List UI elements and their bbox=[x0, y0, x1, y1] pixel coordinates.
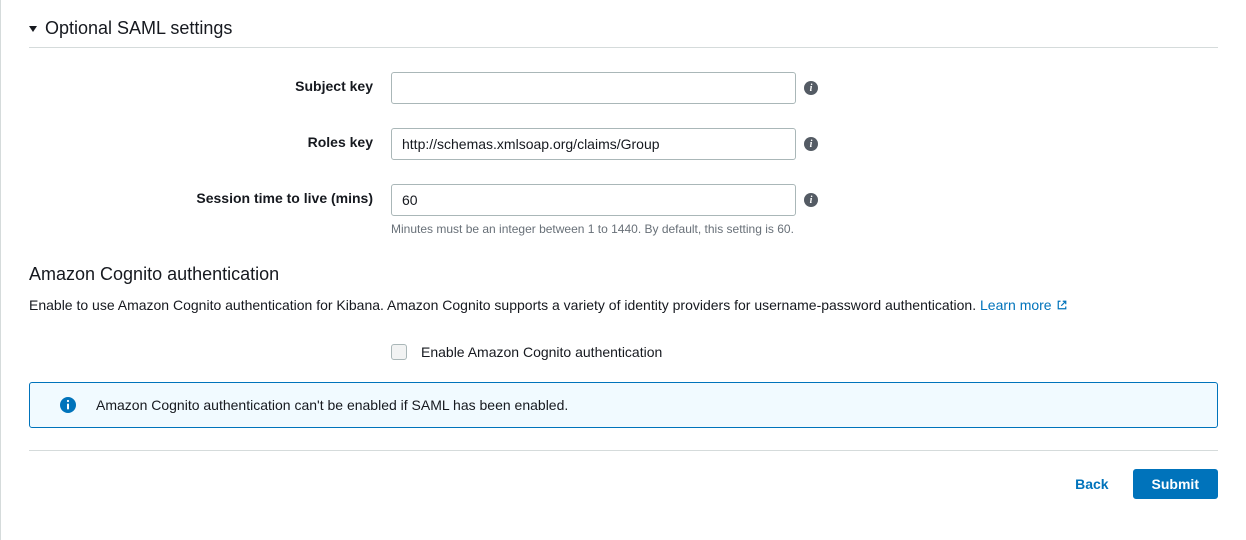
caret-down-icon bbox=[29, 26, 37, 32]
cognito-info-message: Amazon Cognito authentication can't be e… bbox=[96, 397, 568, 413]
session-ttl-label: Session time to live (mins) bbox=[29, 184, 391, 206]
subject-key-label: Subject key bbox=[29, 72, 391, 94]
roles-key-input[interactable] bbox=[391, 128, 796, 160]
submit-button[interactable]: Submit bbox=[1133, 469, 1218, 499]
info-icon[interactable]: i bbox=[804, 81, 818, 95]
roles-key-label: Roles key bbox=[29, 128, 391, 150]
divider bbox=[29, 450, 1218, 451]
optional-saml-settings-header[interactable]: Optional SAML settings bbox=[29, 14, 1218, 48]
back-button[interactable]: Back bbox=[1065, 470, 1118, 498]
optional-saml-settings-title: Optional SAML settings bbox=[45, 18, 232, 39]
cognito-info-box: Amazon Cognito authentication can't be e… bbox=[29, 382, 1218, 428]
subject-key-input[interactable] bbox=[391, 72, 796, 104]
cognito-section-description: Enable to use Amazon Cognito authenticat… bbox=[29, 297, 1218, 314]
external-link-icon bbox=[1056, 298, 1068, 314]
info-icon[interactable]: i bbox=[804, 193, 818, 207]
info-box-icon bbox=[60, 397, 76, 413]
info-icon[interactable]: i bbox=[804, 137, 818, 151]
enable-cognito-checkbox[interactable] bbox=[391, 344, 407, 360]
session-ttl-input[interactable] bbox=[391, 184, 796, 216]
session-ttl-row: Session time to live (mins) i Minutes mu… bbox=[29, 184, 1218, 236]
enable-cognito-label: Enable Amazon Cognito authentication bbox=[421, 344, 662, 360]
session-ttl-help: Minutes must be an integer between 1 to … bbox=[391, 222, 818, 236]
cognito-section-title: Amazon Cognito authentication bbox=[29, 264, 1218, 285]
learn-more-link[interactable]: Learn more bbox=[980, 297, 1068, 313]
cognito-description-text: Enable to use Amazon Cognito authenticat… bbox=[29, 297, 980, 313]
subject-key-row: Subject key i bbox=[29, 72, 1218, 104]
roles-key-row: Roles key i bbox=[29, 128, 1218, 160]
